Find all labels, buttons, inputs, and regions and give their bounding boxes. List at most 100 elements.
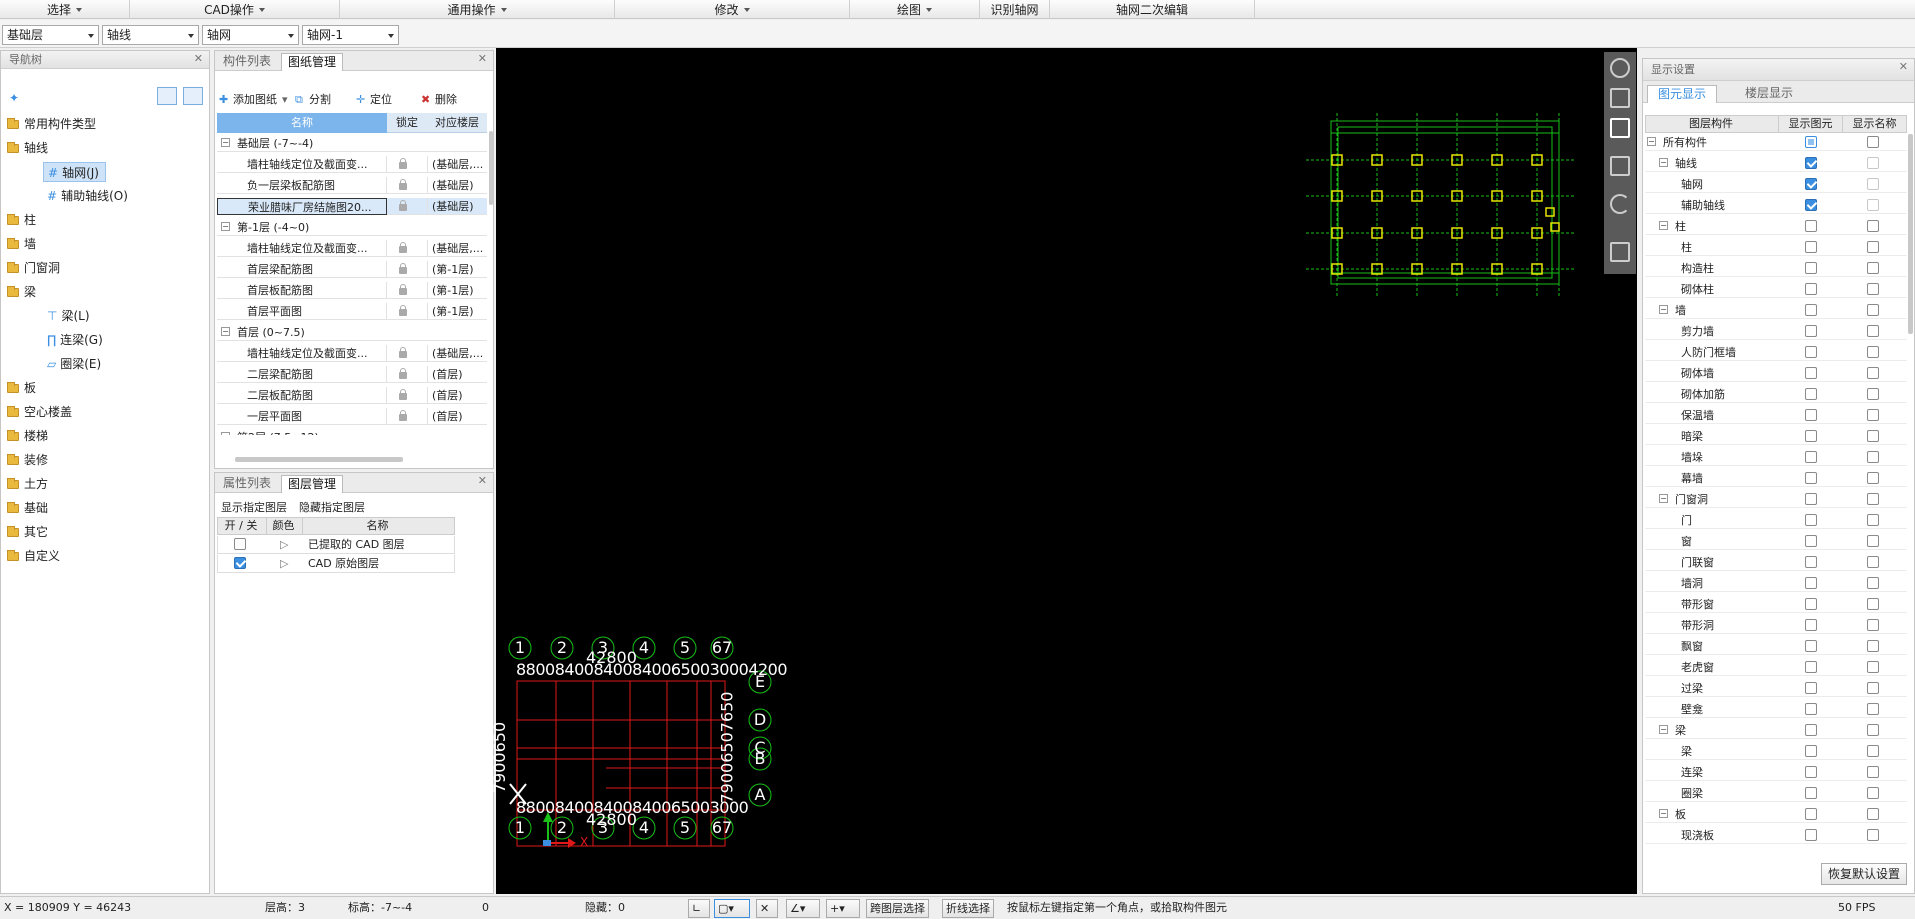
layer-toggle-checkbox[interactable] [234,557,246,569]
collapse-icon[interactable]: − [1659,305,1668,314]
nav-item-wall[interactable]: 墙 [7,234,36,254]
nav-item-beam[interactable]: 梁 [7,282,36,302]
lock-icon[interactable] [399,177,415,194]
display-row[interactable]: 连梁 [1645,764,1907,781]
drawing-row[interactable]: 二层梁配筋图 (首层) [217,366,487,383]
display-row[interactable]: 圈梁 [1645,785,1907,802]
collapse-icon[interactable]: − [221,222,230,231]
nav-item-earthwork[interactable]: 土方 [7,474,48,494]
header-lock[interactable]: 锁定 [389,113,425,133]
display-row[interactable]: 带形窗 [1645,596,1907,613]
restore-default-button[interactable]: 恢复默认设置 [1821,863,1907,885]
show-element-checkbox[interactable] [1805,598,1817,610]
dimension-icon[interactable]: +▾ [826,899,860,918]
show-element-checkbox[interactable] [1805,262,1817,274]
display-row[interactable]: 老虎窗 [1645,659,1907,676]
show-name-checkbox[interactable] [1867,199,1879,211]
collapse-icon[interactable]: − [1659,221,1668,230]
display-group-row[interactable]: − 门窗洞 [1645,491,1907,508]
menu-common-ops[interactable]: 通用操作 [340,0,615,19]
show-name-checkbox[interactable] [1867,157,1879,169]
menu-select[interactable]: 选择 [0,0,130,19]
lock-icon[interactable] [399,156,415,173]
list-view-icon[interactable] [157,87,177,105]
tab-element-display[interactable]: 图元显示 [1647,85,1718,103]
show-name-checkbox[interactable] [1867,493,1879,505]
show-element-checkbox[interactable] [1805,430,1817,442]
display-row[interactable]: 砌体柱 [1645,281,1907,298]
layer-row[interactable]: ▷ 已提取的 CAD 图层 [217,536,455,554]
nav-item-axis-grid[interactable]: # 轴网(J) [43,162,106,182]
show-name-checkbox[interactable] [1867,619,1879,631]
show-element-checkbox[interactable] [1805,220,1817,232]
chevron-down-icon[interactable]: ▾ [282,89,288,111]
cube-view-icon[interactable] [1610,156,1630,176]
show-element-checkbox[interactable] [1805,472,1817,484]
display-group-row[interactable]: − 墙 [1645,302,1907,319]
show-element-checkbox[interactable] [1805,787,1817,799]
drawing-group-row[interactable]: − 基础层 (-7~-4) [217,135,487,152]
drawing-row[interactable]: 荣业腊味厂房结施图20... (基础层) [217,198,487,215]
show-element-checkbox[interactable] [1805,451,1817,463]
nav-item-foundation[interactable]: 基础 [7,498,48,518]
display-row[interactable]: 砌体墙 [1645,365,1907,382]
show-element-checkbox[interactable] [1805,409,1817,421]
show-name-checkbox[interactable] [1867,640,1879,652]
menu-draw[interactable]: 绘图 [850,0,980,19]
floor-select[interactable]: 基础层 [2,25,99,45]
show-name-checkbox[interactable] [1867,514,1879,526]
nav-item-finishing[interactable]: 装修 [7,450,48,470]
drawing-row[interactable]: 墙柱轴线定位及截面变... (基础层,... [217,240,487,257]
show-name-checkbox[interactable] [1867,682,1879,694]
display-row[interactable]: 带形洞 [1645,617,1907,634]
tab-layer-manage[interactable]: 图层管理 [281,475,344,493]
show-element-checkbox[interactable] [1805,199,1817,211]
expand-arrow-icon[interactable]: ▷ [280,555,288,572]
show-element-checkbox[interactable] [1805,661,1817,673]
rotate-icon[interactable] [1610,194,1630,214]
show-name-checkbox[interactable] [1867,829,1879,841]
show-name-checkbox[interactable] [1867,703,1879,715]
lock-icon[interactable] [399,282,415,299]
nav-item-slab[interactable]: 板 [7,378,36,398]
display-group-row[interactable]: − 梁 [1645,722,1907,739]
scrollbar-thumb[interactable] [1908,134,1913,334]
drawing-group-row[interactable]: − 第-1层 (-4~0) [217,219,487,236]
show-element-checkbox[interactable] [1805,388,1817,400]
lock-icon[interactable] [399,198,415,215]
show-element-checkbox[interactable] [1805,640,1817,652]
sparkle-icon[interactable]: ✦ [9,91,19,105]
table-view-icon[interactable] [1610,242,1630,262]
display-row[interactable]: 梁 [1645,743,1907,760]
h-scrollbar-thumb[interactable] [235,457,403,462]
drawing-row[interactable]: 首层梁配筋图 (第-1层) [217,261,487,278]
show-name-checkbox[interactable] [1867,220,1879,232]
locate-button[interactable]: 定位 [370,89,392,111]
display-row[interactable]: 现浇板 [1645,827,1907,844]
collapse-icon[interactable]: − [221,138,230,147]
show-name-checkbox[interactable] [1867,430,1879,442]
layer-toggle-checkbox[interactable] [234,538,246,550]
header-floor[interactable]: 对应楼层 [427,113,487,133]
show-element-checkbox[interactable] [1805,283,1817,295]
menu-cad-ops[interactable]: CAD操作 [130,0,340,19]
component-select[interactable]: 轴网-1 [302,25,399,45]
show-element-checkbox[interactable] [1805,535,1817,547]
close-icon[interactable]: ✕ [194,52,203,65]
show-element-checkbox[interactable] [1805,808,1817,820]
lock-icon[interactable] [399,345,415,362]
show-element-checkbox[interactable] [1805,577,1817,589]
show-element-checkbox[interactable] [1805,682,1817,694]
nav-item-aux-axis[interactable]: # 辅助轴线(O) [43,186,128,206]
show-element-checkbox[interactable] [1805,325,1817,337]
tab-drawing-manage[interactable]: 图纸管理 [281,53,344,71]
display-row[interactable]: 飘窗 [1645,638,1907,655]
display-row[interactable]: 人防门框墙 [1645,344,1907,361]
show-element-checkbox[interactable] [1805,367,1817,379]
tab-component-list[interactable]: 构件列表 [217,53,277,71]
collapse-icon[interactable]: − [1659,494,1668,503]
add-drawing-button[interactable]: 添加图纸 [233,89,277,111]
cad-canvas[interactable]: 1 1 2 2 3 3 4 4 5 5 67 67 E D C B A 88008400840084006500… [490,48,1637,894]
lock-icon[interactable] [399,387,415,404]
nav-item-beam-l[interactable]: ⊤ 梁(L) [43,306,90,326]
